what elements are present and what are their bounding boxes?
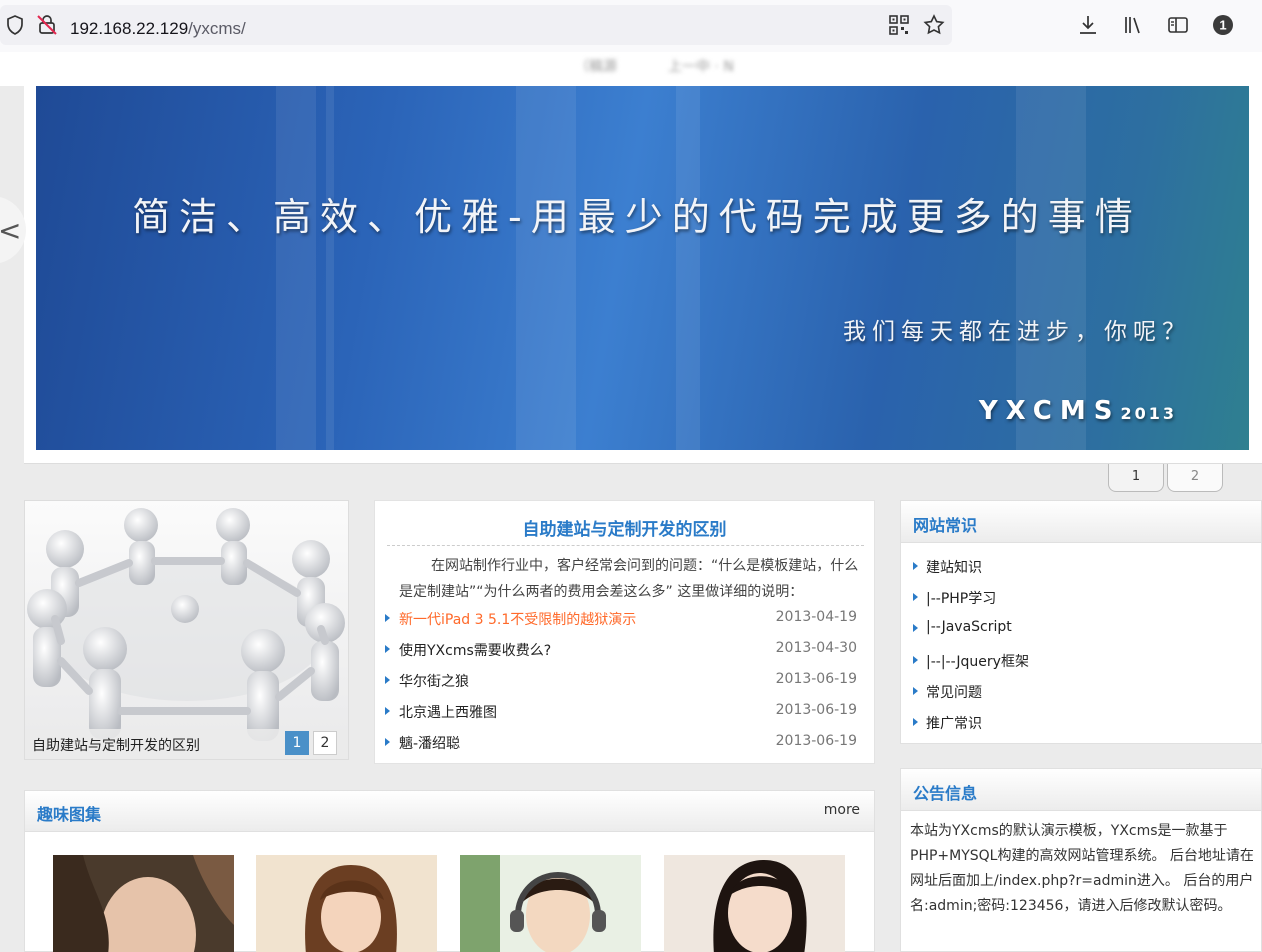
url-path: /yxcms/ bbox=[188, 19, 246, 38]
news-date: 2013-06-19 bbox=[775, 702, 857, 718]
category-label[interactable]: 推广常识 bbox=[926, 713, 982, 733]
shield-icon[interactable] bbox=[3, 13, 27, 37]
bullet-arrow-icon bbox=[385, 707, 390, 715]
bookmark-star-icon[interactable] bbox=[922, 13, 946, 37]
notice-panel: 公告信息 本站为YXcms的默认演示模板，YXcms是一款基于PHP+MYSQL… bbox=[900, 768, 1262, 952]
knowledge-heading[interactable]: 网站常识 bbox=[913, 512, 977, 536]
bullet-arrow-icon bbox=[385, 676, 390, 684]
gallery-thumbnail[interactable] bbox=[460, 855, 641, 952]
brand-name: YXCMS bbox=[978, 396, 1121, 426]
category-label[interactable]: |--JavaScript bbox=[926, 619, 1012, 635]
notice-header: 公告信息 bbox=[901, 769, 1261, 811]
light-streak bbox=[276, 86, 316, 450]
teamwork-figures-image[interactable] bbox=[25, 501, 349, 760]
banner-page-2[interactable]: 2 bbox=[1167, 464, 1223, 492]
gallery-header: 趣味图集 more bbox=[25, 791, 874, 832]
light-streak bbox=[326, 86, 334, 450]
category-label[interactable]: |--PHP学习 bbox=[926, 588, 996, 608]
article-title[interactable]: 自助建站与定制开发的区别 bbox=[375, 515, 874, 540]
gallery-thumbnail[interactable] bbox=[664, 855, 845, 952]
category-label[interactable]: 建站知识 bbox=[926, 557, 982, 577]
news-date: 2013-06-19 bbox=[775, 733, 857, 749]
featured-article: 自助建站与定制开发的区别 在网站制作行业中，客户经常会问到的问题：“什么是模板建… bbox=[374, 500, 875, 764]
bullet-arrow-icon bbox=[913, 624, 918, 632]
ghost-tab: （稿源 bbox=[575, 59, 617, 75]
insecure-lock-icon[interactable] bbox=[35, 13, 59, 37]
news-title[interactable]: 使用YXcms需要收费么? bbox=[399, 640, 551, 660]
bullet-arrow-icon bbox=[913, 687, 918, 695]
knowledge-header: 网站常识 bbox=[901, 501, 1261, 543]
news-title[interactable]: 魑-潘绍聪 bbox=[399, 733, 460, 753]
download-icon[interactable] bbox=[1076, 13, 1100, 37]
news-title[interactable]: 新一代iPad 3 5.1不受限制的越狱演示 bbox=[399, 609, 636, 629]
browser-toolbar: 192.168.22.129/yxcms/ 1 bbox=[0, 0, 1262, 52]
light-streak bbox=[676, 86, 700, 450]
banner-image[interactable]: 简洁、高效、优雅-用最少的代码完成更多的事情 我们每天都在进步，你呢？ YXCM… bbox=[36, 86, 1249, 450]
news-date: 2013-04-19 bbox=[775, 609, 857, 625]
url-host: 192.168.22.129 bbox=[70, 19, 189, 38]
gallery-thumbnail[interactable] bbox=[256, 855, 437, 952]
bullet-arrow-icon bbox=[385, 645, 390, 653]
sidebar-icon[interactable] bbox=[1166, 13, 1190, 37]
chevron-left-icon: < bbox=[0, 214, 22, 247]
news-item[interactable]: 魑-潘绍聪 2013-06-19 bbox=[385, 733, 857, 757]
banner-title: 简洁、高效、优雅-用最少的代码完成更多的事情 bbox=[132, 195, 1142, 239]
bullet-arrow-icon bbox=[913, 562, 918, 570]
banner-subtitle: 我们每天都在进步，你呢？ bbox=[843, 319, 1191, 345]
photo-gallery: 趣味图集 more bbox=[24, 790, 875, 952]
news-title[interactable]: 北京遇上西雅图 bbox=[399, 702, 497, 722]
slider-prev-button[interactable]: < bbox=[0, 196, 26, 264]
bookmarks-strip: （稿源 上一中 · N bbox=[0, 52, 1262, 86]
bullet-arrow-icon bbox=[913, 718, 918, 726]
gallery-heading[interactable]: 趣味图集 bbox=[37, 801, 101, 825]
brand-year: 2013 bbox=[1120, 404, 1177, 423]
banner-brand: YXCMS2013 bbox=[979, 396, 1177, 426]
news-item[interactable]: 华尔街之狼 2013-06-19 bbox=[385, 671, 857, 695]
article-intro: 在网站制作行业中，客户经常会问到的问题：“什么是模板建站，什么是定制建站”“为什… bbox=[399, 558, 859, 600]
bullet-arrow-icon bbox=[913, 656, 918, 664]
feature-page-1[interactable]: 1 bbox=[285, 731, 309, 755]
ghost-tab: 上一中 · N bbox=[668, 59, 734, 75]
bullet-arrow-icon bbox=[913, 593, 918, 601]
notice-text: 本站为YXcms的默认演示模板，YXcms是一款基于PHP+MYSQL构建的高效… bbox=[910, 823, 1254, 914]
feature-slideshow: 自助建站与定制开发的区别 1 2 bbox=[24, 500, 349, 760]
news-date: 2013-06-19 bbox=[775, 671, 857, 687]
bullet-arrow-icon bbox=[385, 614, 390, 622]
more-link[interactable]: more bbox=[824, 802, 860, 818]
category-label[interactable]: |--|--Jquery框架 bbox=[926, 651, 1029, 671]
notice-heading[interactable]: 公告信息 bbox=[913, 780, 977, 804]
feature-caption[interactable]: 自助建站与定制开发的区别 bbox=[32, 735, 200, 755]
news-title[interactable]: 华尔街之狼 bbox=[399, 671, 469, 691]
news-item[interactable]: 新一代iPad 3 5.1不受限制的越狱演示 2013-04-19 bbox=[385, 609, 857, 633]
banner-page-1[interactable]: 1 bbox=[1108, 464, 1164, 492]
notification-badge-icon[interactable]: 1 bbox=[1211, 13, 1235, 37]
feature-page-2[interactable]: 2 bbox=[313, 731, 337, 755]
qr-code-icon[interactable] bbox=[887, 13, 911, 37]
bullet-arrow-icon bbox=[385, 738, 390, 746]
library-icon[interactable] bbox=[1121, 13, 1145, 37]
banner-slider: 简洁、高效、优雅-用最少的代码完成更多的事情 我们每天都在进步，你呢？ YXCM… bbox=[24, 86, 1262, 464]
news-date: 2013-04-30 bbox=[775, 640, 857, 656]
news-item[interactable]: 北京遇上西雅图 2013-06-19 bbox=[385, 702, 857, 726]
gallery-thumbnail[interactable] bbox=[53, 855, 234, 952]
light-streak bbox=[516, 86, 576, 450]
divider bbox=[387, 545, 864, 546]
news-item[interactable]: 使用YXcms需要收费么? 2013-04-30 bbox=[385, 640, 857, 664]
svg-text:1: 1 bbox=[1219, 18, 1226, 33]
knowledge-panel: 网站常识 建站知识 |--PHP学习 |--JavaScript |--|--J… bbox=[900, 500, 1262, 744]
address-bar[interactable]: 192.168.22.129/yxcms/ bbox=[0, 5, 952, 45]
url-text[interactable]: 192.168.22.129/yxcms/ bbox=[70, 19, 246, 39]
category-label[interactable]: 常见问题 bbox=[926, 682, 982, 702]
